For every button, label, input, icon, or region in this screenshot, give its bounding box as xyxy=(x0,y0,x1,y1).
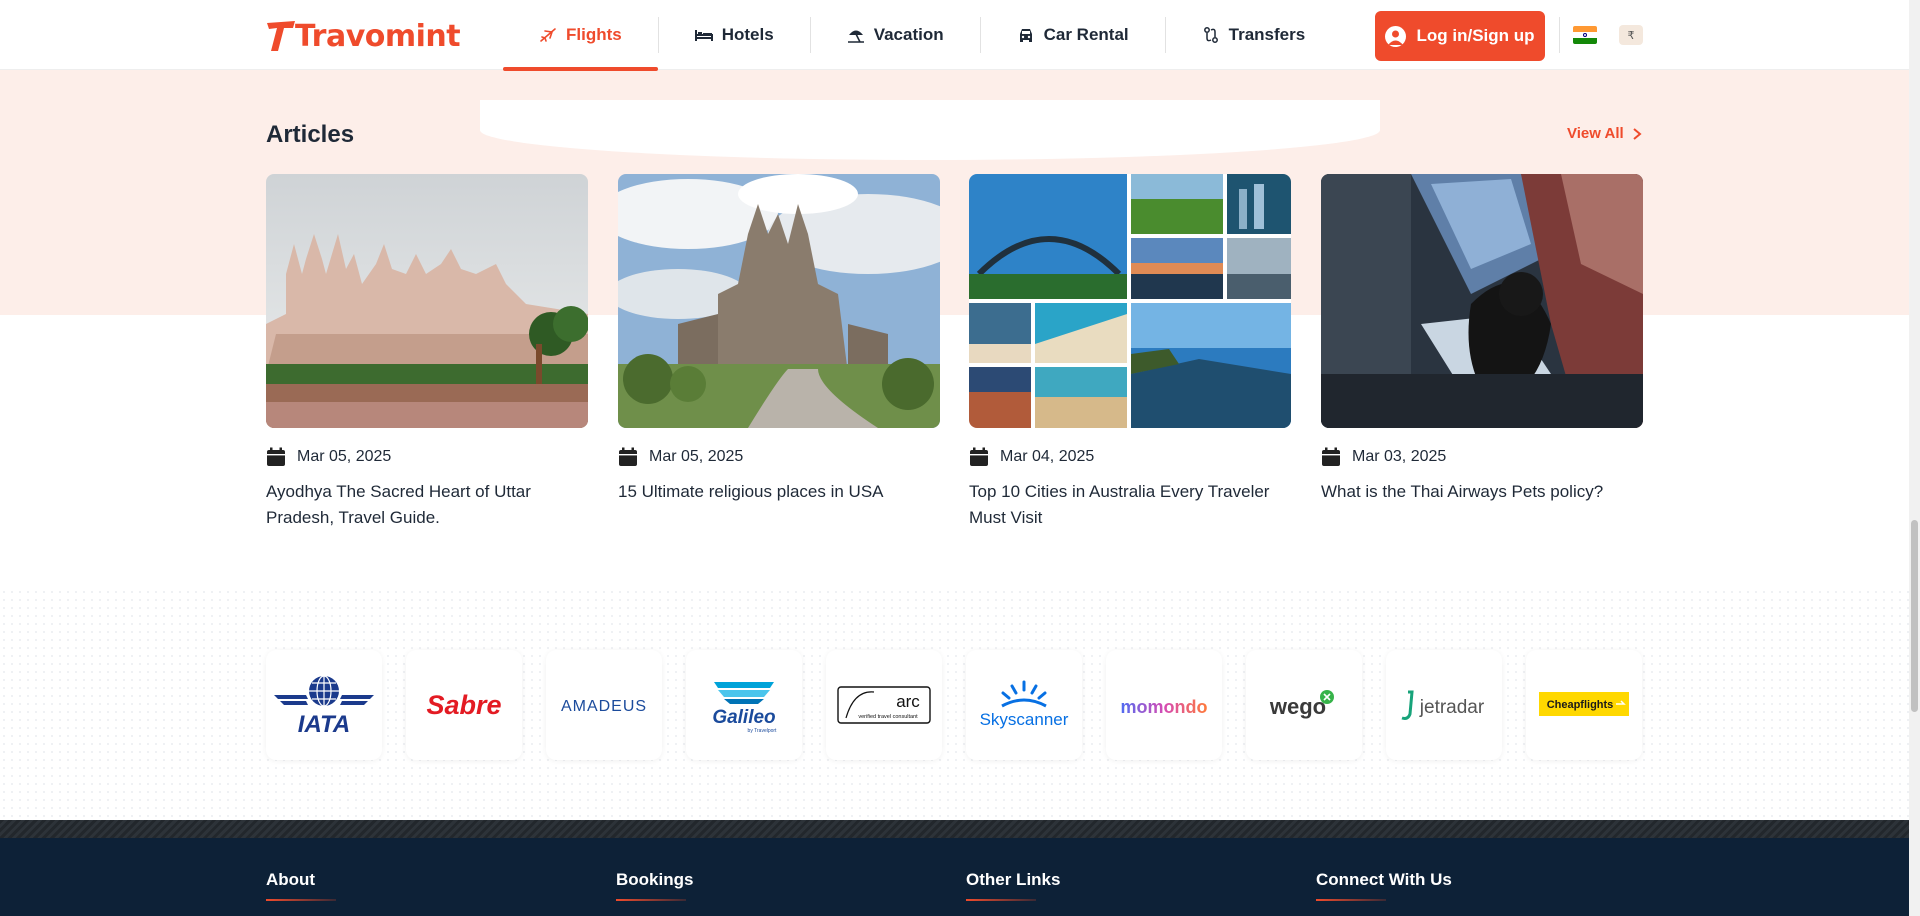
view-all-label: View All xyxy=(1567,125,1624,142)
user-icon xyxy=(1385,25,1407,47)
site-header: Travomint Flights Hotels Vacation Car Re… xyxy=(0,0,1909,71)
articles-heading: Articles xyxy=(266,121,355,148)
partner-logo-iata: IATA xyxy=(266,650,382,760)
footer-heading-about: About xyxy=(266,870,337,901)
galileo-sub-text: by Travelport xyxy=(748,728,778,734)
logo-mark-icon xyxy=(267,21,295,51)
amadeus-text: AMADEUS xyxy=(561,698,647,715)
nav-transfers[interactable]: Transfers xyxy=(1166,0,1342,70)
calendar-icon xyxy=(267,447,285,466)
momondo-text: momondo xyxy=(1121,697,1208,717)
india-flag-icon[interactable] xyxy=(1573,26,1597,44)
partner-logo-jetradar: jetradar xyxy=(1386,650,1502,760)
footer-heading-other-links: Other Links xyxy=(966,870,1061,901)
scrollbar-thumb[interactable] xyxy=(1911,520,1918,712)
wego-text: wego xyxy=(1269,694,1326,719)
cathedral-photo[interactable] xyxy=(618,174,940,428)
arc-sub-text: verified travel consultant xyxy=(858,714,918,720)
jetradar-text: jetradar xyxy=(1419,697,1485,718)
article-card[interactable]: Mar 03, 2025 What is the Thai Airways Pe… xyxy=(1321,174,1643,505)
car-icon xyxy=(1019,29,1032,42)
australia-collage-photo[interactable] xyxy=(969,174,1291,428)
calendar-icon xyxy=(1322,447,1340,466)
skyscanner-text: Skyscanner xyxy=(980,710,1069,729)
page-scrollbar[interactable] xyxy=(1909,0,1920,916)
footer-heading-bookings: Bookings xyxy=(616,870,694,901)
partner-logo-amadeus: AMADEUS xyxy=(546,650,662,760)
article-date-text: Mar 04, 2025 xyxy=(1000,448,1095,465)
header-divider xyxy=(1559,17,1560,53)
article-date-text: Mar 05, 2025 xyxy=(649,448,744,465)
article-card[interactable]: Mar 05, 2025 15 Ultimate religious place… xyxy=(618,174,940,505)
partner-logo-wego: wego xyxy=(1246,650,1362,760)
main-nav: Flights Hotels Vacation Car Rental Trans… xyxy=(503,0,1342,71)
sabre-text: Sabre xyxy=(426,690,501,720)
article-date: Mar 03, 2025 xyxy=(1321,447,1643,467)
partner-logo-momondo: momondo xyxy=(1106,650,1222,760)
beach-umbrella-icon xyxy=(847,30,864,43)
partner-logo-galileo: Galileo by Travelport xyxy=(686,650,802,760)
article-card[interactable]: Mar 04, 2025 Top 10 Cities in Australia … xyxy=(969,174,1291,531)
nav-car-rental-label: Car Rental xyxy=(1043,25,1129,44)
article-date: Mar 05, 2025 xyxy=(266,447,588,467)
partner-logo-skyscanner: Skyscanner xyxy=(966,650,1082,760)
nav-hotels-label: Hotels xyxy=(721,25,774,44)
footer-heading-connect: Connect With Us xyxy=(1316,870,1452,901)
galileo-text: Galileo xyxy=(712,707,775,728)
article-card[interactable]: Mar 05, 2025 Ayodhya The Sacred Heart of… xyxy=(266,174,588,531)
nav-vacation-label: Vacation xyxy=(873,25,944,44)
calendar-icon xyxy=(970,447,988,466)
band-curve xyxy=(480,100,1380,160)
view-all-link[interactable]: View All xyxy=(1567,125,1643,142)
article-title[interactable]: Ayodhya The Sacred Heart of Uttar Prades… xyxy=(266,479,588,531)
login-signup-label: Log in/Sign up xyxy=(1416,26,1535,45)
nav-flights[interactable]: Flights xyxy=(503,0,658,71)
article-title[interactable]: 15 Ultimate religious places in USA xyxy=(618,479,940,505)
arc-text: arc xyxy=(896,692,920,711)
article-title[interactable]: Top 10 Cities in Australia Every Travele… xyxy=(969,479,1291,531)
nav-vacation[interactable]: Vacation xyxy=(811,0,980,70)
nav-flights-label: Flights xyxy=(566,25,622,44)
nav-transfers-label: Transfers xyxy=(1228,25,1306,44)
currency-selector[interactable]: ₹ xyxy=(1619,25,1643,45)
footer-stripe xyxy=(0,820,1909,840)
chevron-right-icon xyxy=(1633,127,1642,140)
transfer-icon xyxy=(1203,27,1218,43)
temple-photo[interactable] xyxy=(266,174,588,428)
flight-icon xyxy=(540,28,556,42)
iata-text: IATA xyxy=(298,711,350,738)
logo-text: Travomint xyxy=(295,18,461,54)
nav-car-rental[interactable]: Car Rental xyxy=(981,0,1165,70)
article-date-text: Mar 03, 2025 xyxy=(1352,448,1447,465)
travomint-logo[interactable]: Travomint xyxy=(265,18,461,54)
bed-icon xyxy=(694,30,713,41)
partner-logo-sabre: Sabre xyxy=(406,650,522,760)
article-date-text: Mar 05, 2025 xyxy=(297,448,392,465)
article-date: Mar 05, 2025 xyxy=(618,447,940,467)
pet-cat-photo[interactable] xyxy=(1321,174,1643,428)
login-signup-button[interactable]: Log in/Sign up xyxy=(1375,11,1545,61)
cheapflights-text: Cheapflights xyxy=(1547,699,1614,711)
calendar-icon xyxy=(619,447,637,466)
article-title[interactable]: What is the Thai Airways Pets policy? xyxy=(1321,479,1643,505)
nav-hotels[interactable]: Hotels xyxy=(659,0,810,70)
partner-logo-arc: arc verified travel consultant xyxy=(826,650,942,760)
partner-logo-cheapflights: Cheapflights xyxy=(1526,650,1642,760)
article-date: Mar 04, 2025 xyxy=(969,447,1291,467)
